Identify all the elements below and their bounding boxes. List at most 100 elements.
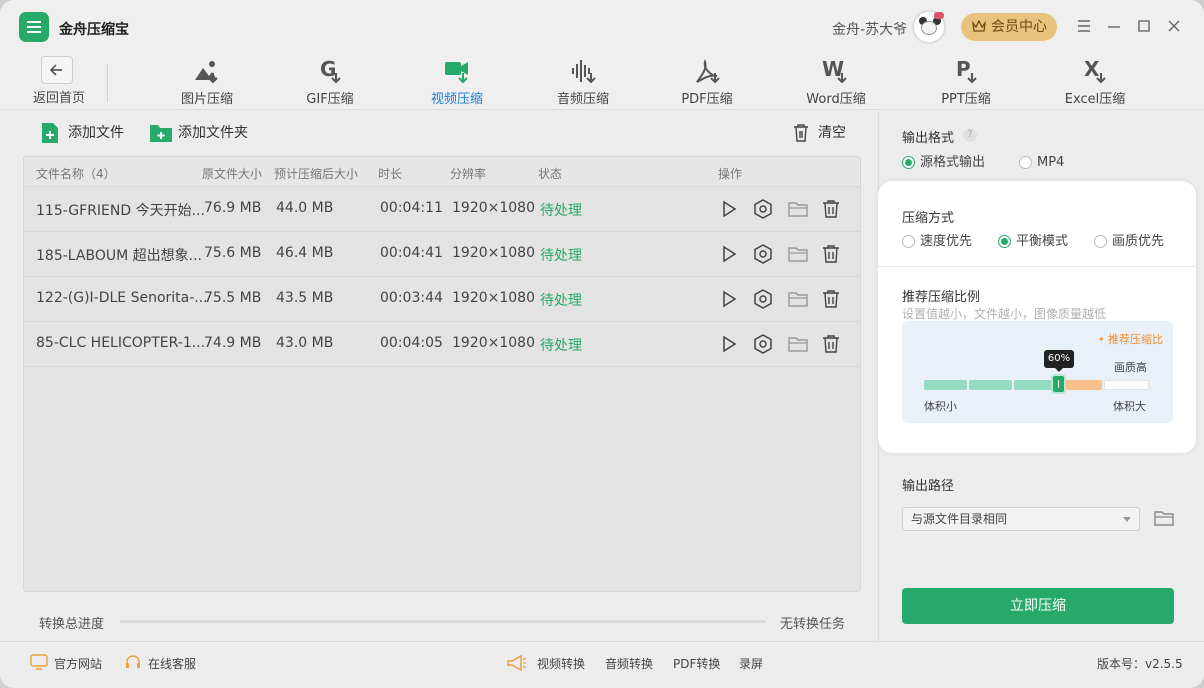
play-icon[interactable] bbox=[718, 243, 740, 265]
back-home-label: 返回首页 bbox=[32, 91, 85, 106]
title-bar: 金舟压缩宝 金舟-苏大爷 会员中心 bbox=[0, 0, 1204, 54]
est-size: 44.0 MB bbox=[276, 200, 334, 216]
folder-icon[interactable] bbox=[787, 333, 809, 355]
radio-label: MP4 bbox=[1037, 155, 1065, 170]
help-icon[interactable]: ? bbox=[963, 128, 977, 142]
tab-gif-compress[interactable]: G GIF压缩 bbox=[292, 54, 368, 110]
col-name: 文件名称（4） bbox=[36, 167, 116, 181]
user-name[interactable]: 金舟-苏大爷 bbox=[832, 19, 907, 39]
play-icon[interactable] bbox=[718, 333, 740, 355]
play-icon[interactable] bbox=[718, 288, 740, 310]
ppt-compress-icon: P bbox=[956, 57, 977, 84]
pdf-compress-icon bbox=[696, 58, 720, 84]
settings-icon[interactable] bbox=[752, 288, 774, 310]
delete-icon[interactable] bbox=[820, 333, 842, 355]
tab-video-compress[interactable]: 视频压缩 bbox=[418, 54, 496, 110]
tab-excel-compress[interactable]: X Excel压缩 bbox=[1054, 54, 1136, 110]
table-row[interactable]: 122-(G)I-DLE Senorita-... 75.5 MB 43.5 M… bbox=[24, 277, 860, 322]
slider-segment[interactable] bbox=[1104, 380, 1149, 390]
svg-text:W: W bbox=[822, 57, 844, 81]
close-icon[interactable] bbox=[1162, 14, 1186, 38]
clear-button[interactable]: 清空 bbox=[792, 121, 846, 145]
slider-segment[interactable] bbox=[924, 380, 967, 390]
settings-icon[interactable] bbox=[752, 243, 774, 265]
status-bar: 官方网站 在线客服 视频转换 音频转换 PDF转换 录屏 版本号：v2.5.5 bbox=[0, 641, 1204, 688]
official-site-link[interactable]: 官方网站 bbox=[30, 654, 102, 672]
megaphone-icon bbox=[507, 654, 527, 672]
link-screen-record[interactable]: 录屏 bbox=[739, 655, 763, 672]
app-window: 金舟压缩宝 金舟-苏大爷 会员中心 返回首页 图片压缩 G GIF压缩 视频压缩… bbox=[0, 0, 1204, 688]
back-home-button[interactable]: 返回首页 bbox=[31, 54, 87, 110]
chevron-down-icon bbox=[1123, 517, 1131, 522]
settings-icon[interactable] bbox=[752, 198, 774, 220]
slider-handle[interactable] bbox=[1051, 374, 1066, 394]
output-format-title: 输出格式 bbox=[902, 131, 955, 146]
delete-icon[interactable] bbox=[820, 243, 842, 265]
link-pdf-convert[interactable]: PDF转换 bbox=[673, 655, 720, 672]
folder-icon[interactable] bbox=[787, 198, 809, 220]
delete-icon[interactable] bbox=[820, 288, 842, 310]
radio-quality-priority[interactable]: 画质优先 bbox=[1094, 234, 1164, 250]
est-size: 46.4 MB bbox=[276, 245, 334, 261]
link-audio-convert[interactable]: 音频转换 bbox=[605, 655, 653, 672]
tab-ppt-compress[interactable]: P PPT压缩 bbox=[928, 54, 1004, 110]
radio-label: 画质优先 bbox=[1112, 234, 1165, 249]
table-row[interactable]: 85-CLC HELICOPTER-1... 74.9 MB 43.0 MB 0… bbox=[24, 322, 860, 367]
radio-source-format[interactable]: 源格式输出 bbox=[902, 155, 985, 171]
radio-balanced[interactable]: 平衡模式 bbox=[998, 234, 1068, 250]
vip-center-button[interactable]: 会员中心 bbox=[961, 13, 1057, 41]
monitor-icon bbox=[30, 654, 48, 670]
output-path-title: 输出路径 bbox=[902, 479, 955, 494]
table-row[interactable]: 185-LABOUM 超出想象... 75.6 MB 46.4 MB 00:04… bbox=[24, 232, 860, 277]
maximize-icon[interactable] bbox=[1132, 14, 1156, 38]
orig-size: 74.9 MB bbox=[204, 335, 262, 351]
ratio-slider-box: • 推荐压缩比 画质高 60% 体积小 体积大 bbox=[902, 321, 1173, 423]
vip-center-label: 会员中心 bbox=[991, 19, 1047, 35]
col-duration: 时长 bbox=[378, 167, 403, 181]
video-compress-icon bbox=[445, 62, 468, 84]
tab-label: PPT压缩 bbox=[941, 92, 991, 107]
recommended-label: • 推荐压缩比 bbox=[1098, 333, 1163, 346]
add-folder-label: 添加文件夹 bbox=[178, 125, 248, 141]
online-support-link[interactable]: 在线客服 bbox=[126, 655, 196, 672]
minimize-icon[interactable] bbox=[1102, 14, 1126, 38]
col-ops: 操作 bbox=[718, 167, 743, 181]
folder-icon[interactable] bbox=[787, 243, 809, 265]
slider-segment[interactable] bbox=[969, 380, 1012, 390]
radio-mp4[interactable]: MP4 bbox=[1019, 155, 1064, 171]
col-status: 状态 bbox=[538, 167, 563, 181]
tab-label: Excel压缩 bbox=[1064, 92, 1126, 107]
tab-image-compress[interactable]: 图片压缩 bbox=[168, 54, 246, 110]
menu-icon[interactable] bbox=[1072, 14, 1096, 38]
link-video-convert[interactable]: 视频转换 bbox=[537, 655, 585, 672]
tab-word-compress[interactable]: W Word压缩 bbox=[796, 54, 876, 110]
add-folder-button[interactable]: 添加文件夹 bbox=[148, 121, 248, 145]
start-compress-button[interactable]: 立即压缩 bbox=[902, 588, 1174, 624]
avatar[interactable] bbox=[912, 10, 946, 44]
output-path-select[interactable]: 与源文件目录相同 bbox=[902, 507, 1140, 531]
settings-icon[interactable] bbox=[752, 333, 774, 355]
browse-folder-icon[interactable] bbox=[1153, 507, 1175, 529]
tab-pdf-compress[interactable]: PDF压缩 bbox=[670, 54, 744, 110]
arrow-left-icon bbox=[49, 64, 62, 76]
app-logo-icon bbox=[19, 12, 49, 42]
ratio-hint: 设置值越小，文件越小，图像质量越低 bbox=[902, 307, 1107, 321]
table-header: 文件名称（4） 原文件大小 预计压缩后大小 时长 分辨率 状态 操作 bbox=[24, 157, 860, 187]
add-file-button[interactable]: 添加文件 bbox=[38, 121, 124, 145]
file-name: 122-(G)I-DLE Senorita-... bbox=[36, 290, 208, 306]
delete-icon[interactable] bbox=[820, 198, 842, 220]
play-icon[interactable] bbox=[718, 198, 740, 220]
table-row[interactable]: 115-GFRIEND 今天开始... 76.9 MB 44.0 MB 00:0… bbox=[24, 187, 860, 232]
col-orig-size: 原文件大小 bbox=[202, 167, 263, 181]
compress-settings-card: 压缩方式 速度优先 平衡模式 画质优先 推荐压缩比例 设置值越小，文件越小，图像… bbox=[878, 181, 1196, 453]
radio-speed-priority[interactable]: 速度优先 bbox=[902, 234, 972, 250]
resolution: 1920×1080 bbox=[452, 335, 535, 351]
tab-audio-compress[interactable]: 音频压缩 bbox=[544, 54, 622, 110]
excel-compress-icon: X bbox=[1084, 57, 1106, 84]
add-folder-icon bbox=[150, 125, 172, 142]
file-table: 文件名称（4） 原文件大小 预计压缩后大小 时长 分辨率 状态 操作 115-G… bbox=[23, 156, 861, 592]
file-panel: 添加文件 添加文件夹 清空 文件名称（4） 原文件大小 预计压缩后大小 时长 分… bbox=[0, 111, 877, 641]
audio-compress-icon bbox=[572, 60, 596, 84]
trash-icon bbox=[794, 124, 808, 142]
folder-icon[interactable] bbox=[787, 288, 809, 310]
